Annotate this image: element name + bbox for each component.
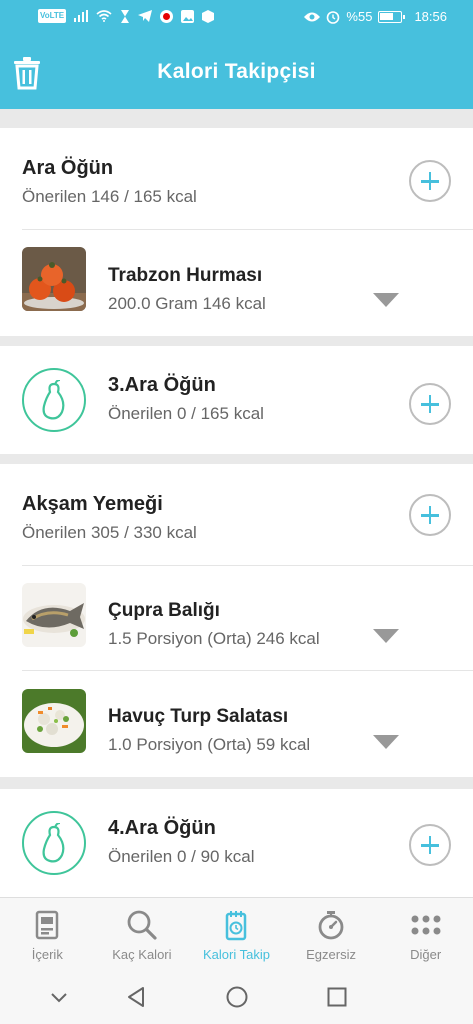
meal-card-3-ara-ogun: 3.Ara Öğün Önerilen 0 / 165 kcal [0, 346, 473, 454]
status-right-icons: %55 18:56 [304, 9, 447, 25]
nav-label: Diğer [410, 947, 442, 962]
divider [22, 229, 473, 230]
recents-square-icon[interactable] [325, 985, 349, 1009]
nav-label: İçerik [31, 947, 63, 962]
search-icon [127, 910, 157, 940]
eye-icon [304, 12, 321, 22]
add-food-button[interactable] [409, 824, 451, 866]
food-detail: 1.0 Porsiyon (Orta) 59 kcal [108, 735, 311, 754]
vodafone-icon [160, 9, 174, 23]
meal-suggestion: Önerilen 146 / 165 kcal [22, 187, 197, 206]
add-food-button[interactable] [409, 494, 451, 536]
more-dots-icon [411, 915, 441, 935]
pear-icon [22, 368, 86, 432]
nav-kalori-takip[interactable]: Kalori Takip [189, 898, 284, 970]
document-icon [36, 910, 59, 940]
app-header: Kalori Takipçisi [0, 36, 473, 109]
nav-diger[interactable]: Diğer [378, 898, 473, 970]
notepad-icon [226, 911, 247, 941]
meal-title: Akşam Yemeği [22, 493, 163, 515]
meal-card-aksam-yemegi: Akşam Yemeği Önerilen 305 / 330 kcal Çup… [0, 464, 473, 777]
hourglass-icon [121, 9, 130, 23]
food-detail: 200.0 Gram 146 kcal [108, 294, 266, 313]
signal-icon [74, 10, 89, 22]
nav-egzersiz[interactable]: Egzersiz [284, 898, 379, 970]
chevron-down-icon[interactable] [373, 629, 399, 643]
add-food-button[interactable] [409, 383, 451, 425]
food-image-grilled-fish [22, 583, 86, 647]
meal-suggestion: Önerilen 0 / 165 kcal [108, 404, 264, 423]
wifi-icon [96, 10, 112, 22]
alarm-icon [327, 11, 340, 24]
gallery-icon [181, 9, 195, 23]
meal-title: Ara Öğün [22, 157, 114, 179]
stopwatch-icon [318, 911, 344, 940]
meal-title: 3.Ara Öğün [108, 374, 216, 396]
package-icon [202, 9, 215, 23]
pear-icon [22, 811, 86, 875]
battery-icon [378, 11, 406, 23]
chevron-down-icon[interactable] [373, 293, 399, 307]
divider [22, 670, 473, 671]
nav-icerik[interactable]: İçerik [0, 898, 95, 970]
meal-card-ara-ogun: Ara Öğün Önerilen 146 / 165 kcal Trabzon… [0, 128, 473, 336]
nav-label: Kaç Kalori [112, 947, 172, 962]
food-name[interactable]: Çupra Balığı [108, 600, 220, 622]
meal-suggestion: Önerilen 0 / 90 kcal [108, 847, 255, 866]
collapse-chevron-icon[interactable] [47, 985, 71, 1009]
meal-suggestion: Önerilen 305 / 330 kcal [22, 523, 197, 542]
nav-label: Kalori Takip [203, 947, 270, 962]
system-navigation [0, 970, 473, 1024]
status-bar: VoLTE %55 18:56 [0, 0, 473, 36]
food-image-salad [22, 689, 86, 753]
food-detail: 1.5 Porsiyon (Orta) 246 kcal [108, 629, 320, 648]
divider [22, 565, 473, 566]
meal-list[interactable]: Ara Öğün Önerilen 146 / 165 kcal Trabzon… [0, 109, 473, 897]
nav-kac-kalori[interactable]: Kaç Kalori [95, 898, 190, 970]
volte-badge: VoLTE [38, 9, 67, 23]
bottom-navigation: İçerik Kaç Kalori Kalori Takip Egzersiz [0, 897, 473, 970]
telegram-icon [138, 10, 153, 22]
back-triangle-icon[interactable] [124, 985, 148, 1009]
battery-percent: %55 [346, 9, 373, 24]
food-name[interactable]: Havuç Turp Salatası [108, 706, 288, 728]
meal-card-4-ara-ogun: 4.Ara Öğün Önerilen 0 / 90 kcal [0, 789, 473, 897]
food-name[interactable]: Trabzon Hurması [108, 265, 262, 287]
food-image-persimmon [22, 247, 86, 311]
chevron-down-icon[interactable] [373, 735, 399, 749]
meal-title: 4.Ara Öğün [108, 817, 216, 839]
nav-label: Egzersiz [306, 947, 356, 962]
status-left-icons: VoLTE [38, 9, 215, 23]
clock-time: 18:56 [414, 9, 447, 24]
add-food-button[interactable] [409, 160, 451, 202]
page-title: Kalori Takipçisi [157, 60, 316, 83]
home-circle-icon[interactable] [225, 985, 249, 1009]
